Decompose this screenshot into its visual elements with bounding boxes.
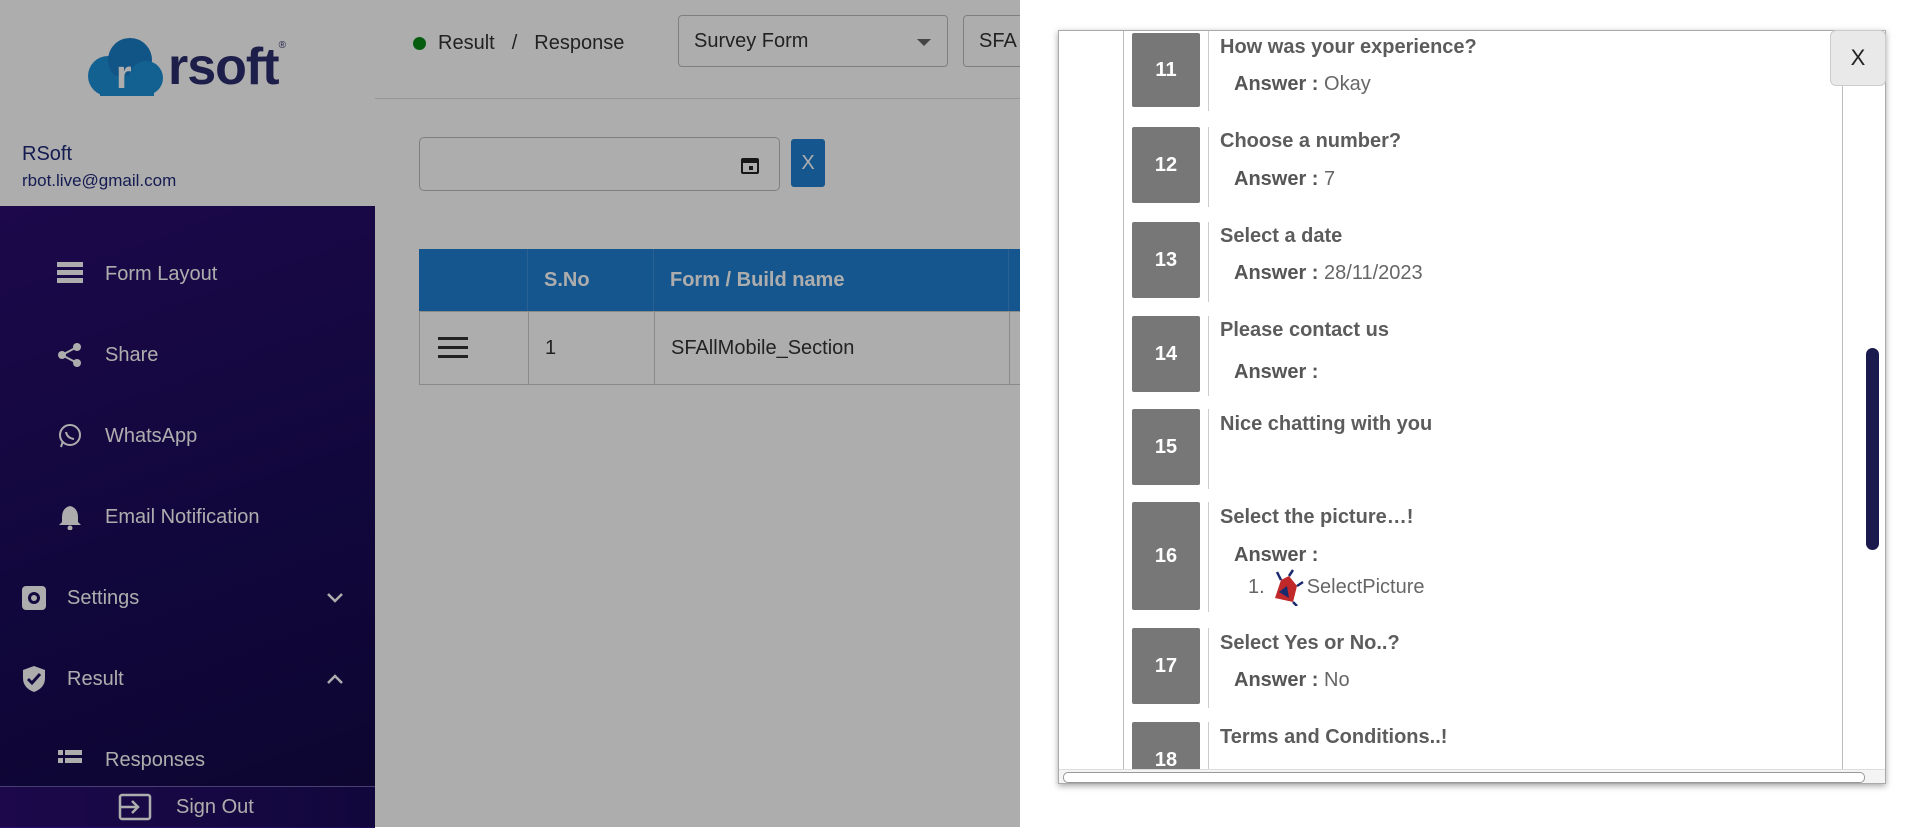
divider	[1208, 409, 1209, 489]
horizontal-scrollbar[interactable]	[1059, 769, 1885, 783]
spider-figure-image-icon	[1266, 568, 1305, 606]
question-answer: Answer : 7	[1234, 168, 1335, 191]
vertical-scrollbar-thumb[interactable]	[1866, 348, 1879, 550]
picture-label: SelectPicture	[1306, 575, 1425, 598]
question-title: Terms and Conditions..!	[1220, 726, 1448, 748]
answer-label: Answer :	[1234, 168, 1319, 190]
question-number: 12	[1132, 127, 1200, 203]
answer-label: Answer :	[1234, 361, 1319, 383]
question-item: 14 Please contact us Answer :	[1124, 316, 1842, 396]
question-number: 17	[1132, 628, 1200, 704]
question-item: 11 How was your experience? Answer : Oka…	[1124, 31, 1842, 111]
question-title: Please contact us	[1220, 319, 1389, 341]
horizontal-scrollbar-thumb[interactable]	[1063, 772, 1865, 783]
question-answer: Answer :	[1234, 361, 1318, 384]
question-list: 11 How was your experience? Answer : Oka…	[1123, 31, 1843, 783]
question-number: 14	[1132, 316, 1200, 392]
answer-value: 28/11/2023	[1324, 262, 1423, 284]
question-title: Select a date	[1220, 225, 1343, 247]
question-title: Select the picture…!	[1220, 506, 1414, 528]
divider	[1208, 222, 1209, 302]
question-number: 11	[1132, 33, 1200, 107]
question-answer: Answer : No	[1234, 669, 1350, 692]
answer-label: Answer :	[1234, 544, 1319, 566]
picture-index: 1.	[1248, 575, 1265, 598]
question-title: Nice chatting with you	[1220, 413, 1433, 435]
answer-label: Answer :	[1234, 262, 1319, 284]
answer-value: No	[1324, 669, 1350, 691]
question-item: 12 Choose a number? Answer : 7	[1124, 127, 1842, 207]
question-number: 13	[1132, 222, 1200, 298]
answer-label: Answer :	[1234, 669, 1319, 691]
close-drawer-button[interactable]: X	[1830, 30, 1886, 86]
question-number: 15	[1132, 409, 1200, 485]
question-answer: Answer : 28/11/2023	[1234, 262, 1423, 285]
divider	[1208, 127, 1209, 207]
answer-label: Answer :	[1234, 73, 1319, 95]
question-item: 17 Select Yes or No..? Answer : No	[1124, 628, 1842, 708]
picture-answer: 1. SelectPicture	[1248, 568, 1425, 606]
response-detail-card: 11 How was your experience? Answer : Oka…	[1058, 30, 1886, 784]
divider	[1208, 628, 1209, 708]
divider	[1208, 502, 1209, 612]
question-number: 16	[1132, 502, 1200, 610]
question-answer: Answer :	[1234, 544, 1318, 567]
answer-value: 7	[1324, 168, 1336, 190]
question-title: Choose a number?	[1220, 130, 1402, 152]
question-answer: Answer : Okay	[1234, 73, 1371, 96]
question-item: 16 Select the picture…! Answer : 1. Sele…	[1124, 502, 1842, 612]
question-title: Select Yes or No..?	[1220, 632, 1400, 654]
divider	[1208, 31, 1209, 111]
answer-value: Okay	[1324, 73, 1371, 95]
question-item: 13 Select a date Answer : 28/11/2023	[1124, 222, 1842, 302]
question-title: How was your experience?	[1220, 36, 1477, 58]
divider	[1208, 316, 1209, 396]
response-detail-drawer: 11 How was your experience? Answer : Oka…	[1020, 0, 1920, 827]
question-item: 15 Nice chatting with you	[1124, 409, 1842, 489]
